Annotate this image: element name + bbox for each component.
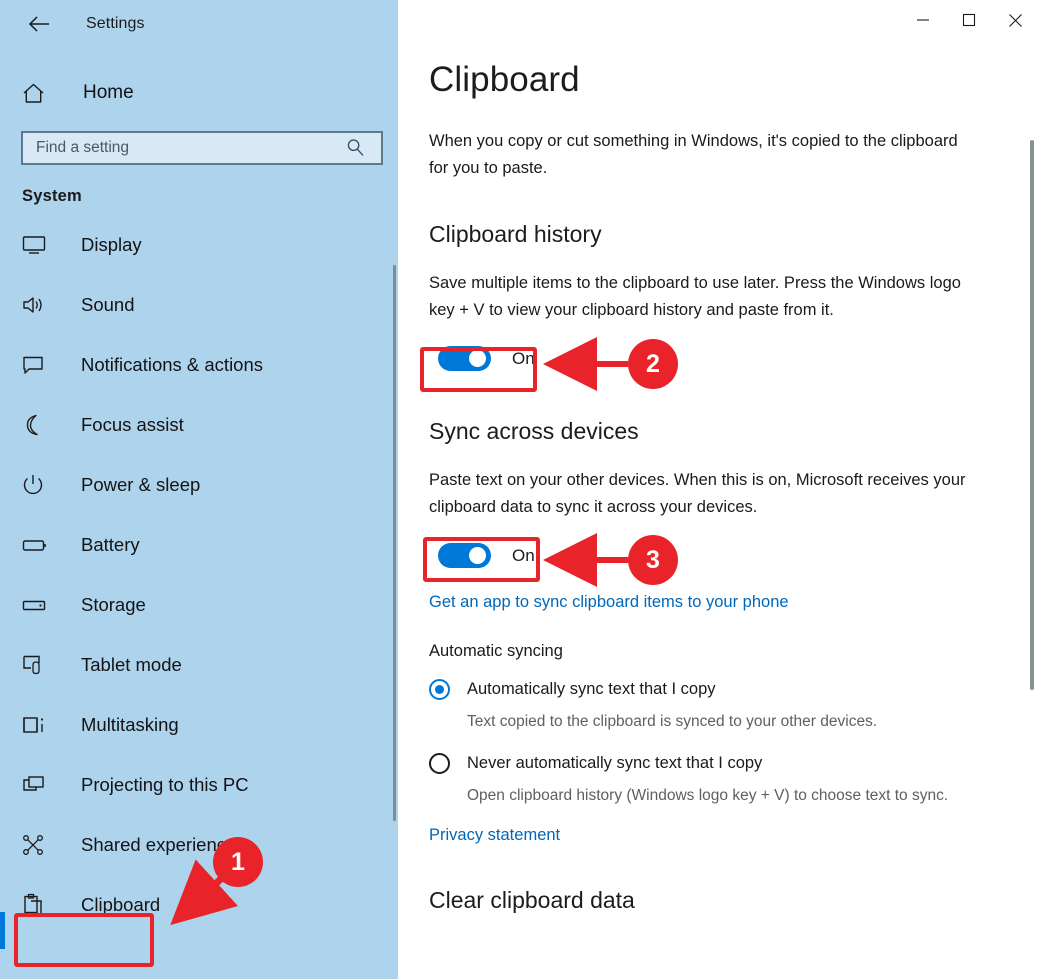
radio-button[interactable] [429, 753, 450, 774]
search-input[interactable]: Find a setting [21, 131, 383, 165]
search-icon[interactable] [346, 138, 365, 162]
sidebar: Settings Home Find a setting System Disp… [0, 0, 398, 979]
drive-icon [22, 597, 52, 613]
sidebar-item-tablet-mode[interactable]: Tablet mode [0, 635, 398, 695]
sidebar-item-label: Tablet mode [81, 654, 182, 675]
toggle-state-label: On [512, 545, 535, 565]
sidebar-item-sound[interactable]: Sound [0, 275, 398, 335]
sidebar-item-label: Projecting to this PC [81, 774, 249, 795]
toggle-knob [469, 350, 486, 367]
maximize-icon[interactable] [946, 0, 992, 40]
sidebar-item-label: Clipboard [81, 894, 161, 915]
clipboard-icon [22, 893, 52, 917]
toggle-switch[interactable] [438, 346, 491, 371]
radio-label: Automatically sync text that I copy [467, 680, 716, 698]
sidebar-item-multitasking[interactable]: Multitasking [0, 695, 398, 755]
sidebar-item-label: Home [83, 82, 134, 103]
sidebar-item-label: Sound [81, 294, 135, 315]
monitor-icon [22, 235, 52, 255]
sidebar-item-label: Display [81, 234, 142, 255]
radio-label: Never automatically sync text that I cop… [467, 754, 763, 772]
sidebar-item-battery[interactable]: Battery [0, 515, 398, 575]
close-icon[interactable] [992, 0, 1038, 40]
sidebar-titlebar: Settings [0, 0, 398, 48]
sidebar-item-focus-assist[interactable]: Focus assist [0, 395, 398, 455]
radio-hint: Open clipboard history (Windows logo key… [467, 787, 949, 804]
moon-icon [22, 414, 52, 436]
sync-across-devices-toggle[interactable]: On [429, 535, 536, 576]
share-nodes-icon [22, 834, 52, 856]
clear-clipboard-data-heading: Clear clipboard data [429, 887, 635, 913]
sidebar-item-shared-experiences[interactable]: Shared experiences [0, 815, 398, 875]
sidebar-item-notifications-actions[interactable]: Notifications & actions [0, 335, 398, 395]
get-app-sync-link[interactable]: Get an app to sync clipboard items to yo… [429, 593, 789, 612]
back-arrow-icon[interactable] [22, 9, 56, 39]
settings-content: Clipboard When you copy or cut something… [398, 0, 1038, 914]
sidebar-item-power-sleep[interactable]: Power & sleep [0, 455, 398, 515]
sync-across-devices-description: Paste text on your other devices. When t… [429, 471, 966, 516]
sidebar-item-display[interactable]: Display [0, 215, 398, 275]
app-title: Settings [86, 15, 145, 32]
sidebar-item-label: Storage [81, 594, 146, 615]
sidebar-item-home[interactable]: Home [0, 71, 398, 115]
sidebar-item-label: Notifications & actions [81, 354, 264, 375]
sidebar-selection-indicator [0, 912, 5, 949]
radio-option-never-sync[interactable]: Never automatically sync text that I cop… [429, 753, 1038, 774]
project-screen-icon [22, 775, 52, 795]
minimize-icon[interactable] [900, 0, 946, 40]
automatic-syncing-label: Automatic syncing [429, 642, 563, 660]
sidebar-nav-list: Display Sound Notifications & actions Fo… [0, 215, 398, 935]
page-title: Clipboard [429, 60, 580, 99]
sidebar-item-label: Shared experiences [81, 834, 246, 855]
radio-option-automatically-sync[interactable]: Automatically sync text that I copy [429, 679, 1038, 700]
clipboard-history-heading: Clipboard history [429, 221, 602, 247]
home-icon [22, 83, 52, 104]
toggle-state-label: On [512, 348, 535, 368]
sidebar-item-label: Focus assist [81, 414, 184, 435]
sidebar-scrollbar[interactable] [393, 265, 396, 821]
search-wrapper: Find a setting [21, 131, 383, 165]
main-scrollbar[interactable] [1030, 140, 1034, 690]
sidebar-item-label: Multitasking [81, 714, 179, 735]
clipboard-history-description: Save multiple items to the clipboard to … [429, 274, 961, 319]
window-controls [900, 0, 1038, 40]
sidebar-item-projecting-to-this-pc[interactable]: Projecting to this PC [0, 755, 398, 815]
multitask-icon [22, 715, 52, 735]
speaker-icon [22, 295, 52, 315]
radio-button[interactable] [429, 679, 450, 700]
sidebar-section-header: System [22, 187, 82, 205]
battery-icon [22, 537, 52, 553]
sidebar-item-clipboard[interactable]: Clipboard [0, 875, 398, 935]
privacy-statement-link[interactable]: Privacy statement [429, 826, 560, 845]
sync-across-devices-heading: Sync across devices [429, 418, 639, 444]
tablet-icon [22, 654, 52, 676]
toggle-knob [469, 547, 486, 564]
toggle-switch[interactable] [438, 543, 491, 568]
sidebar-item-storage[interactable]: Storage [0, 575, 398, 635]
sidebar-item-label: Battery [81, 534, 140, 555]
power-icon [22, 474, 52, 496]
chat-bubble-icon [22, 355, 52, 375]
page-intro-text: When you copy or cut something in Window… [429, 132, 958, 177]
clipboard-history-toggle[interactable]: On [429, 338, 536, 379]
radio-hint: Text copied to the clipboard is synced t… [467, 713, 878, 730]
settings-window: Settings Home Find a setting System Disp… [0, 0, 1038, 979]
sidebar-item-label: Power & sleep [81, 474, 201, 495]
main-content: Clipboard When you copy or cut something… [398, 0, 1038, 979]
